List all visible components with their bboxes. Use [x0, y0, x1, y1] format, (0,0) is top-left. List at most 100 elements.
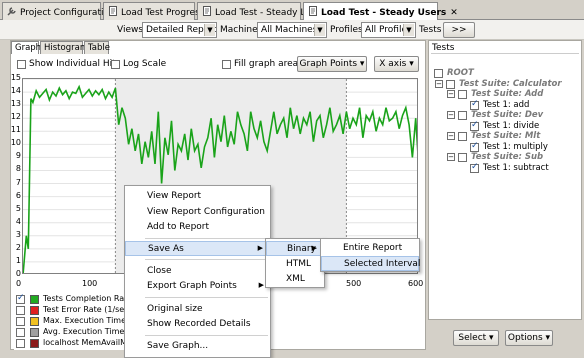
tree-collapse-icon[interactable]: − [447, 90, 455, 98]
fill-graph-areas-label: Fill graph areas [234, 59, 303, 69]
menu-separator [145, 335, 268, 336]
menu-item-show-recorded-details[interactable]: Show Recorded Details [125, 317, 270, 332]
tab-label: Project Configuration [20, 8, 115, 18]
tree-checkbox[interactable] [458, 90, 467, 99]
y-tick-label: 1 [15, 255, 21, 265]
context-menu: View Report View Report Configuration Ad… [124, 185, 271, 358]
y-tick-label: 6 [15, 190, 21, 200]
save-as-submenu: Binary ▶ HTML XML [265, 238, 325, 288]
export-graph-points-label: Export Graph Points [147, 281, 237, 291]
profiles-label: Profiles [330, 25, 363, 35]
menu-item-save-as[interactable]: Save As ▶ [125, 241, 270, 256]
tree-suite-node[interactable]: Test Suite: Dev [471, 110, 543, 120]
tree-checkbox[interactable] [446, 79, 455, 89]
tree-test-node[interactable]: Test 1: multiply [483, 142, 548, 152]
menu-item-original-size[interactable]: Original size [125, 302, 270, 317]
menu-item-binary[interactable]: Binary ▶ [266, 241, 324, 256]
tab-load-test-steady-users[interactable]: Load Test - Steady Users ✕ [303, 2, 458, 21]
tree-checkbox[interactable] [470, 162, 479, 173]
tab-table[interactable]: Table [84, 41, 110, 54]
graph-points-label: Graph Points [299, 59, 358, 69]
tree-collapse-icon[interactable]: − [447, 153, 455, 161]
legend-checkbox[interactable] [16, 339, 25, 348]
legend-checkbox[interactable] [16, 328, 25, 337]
menu-item-add-to-report[interactable]: Add to Report [125, 220, 270, 235]
tree-collapse-icon[interactable]: − [435, 79, 443, 88]
tree-suite-node[interactable]: ROOT [447, 68, 474, 78]
menu-item-xml[interactable]: XML [266, 272, 324, 287]
fill-graph-areas-checkbox[interactable] [222, 60, 231, 69]
tree-suite-node[interactable]: Test Suite: Calculator [459, 79, 562, 89]
legend-swatch [30, 295, 39, 304]
tree-checkbox[interactable] [434, 69, 443, 78]
menu-item-save-graph[interactable]: Save Graph... [125, 339, 270, 354]
options-button[interactable]: Options ▾ [505, 330, 553, 346]
tree-checkbox[interactable] [458, 111, 467, 120]
close-icon[interactable]: ✕ [450, 8, 458, 18]
tree-checkbox[interactable] [458, 132, 467, 141]
x-axis-button[interactable]: X axis ▾ [374, 56, 419, 72]
views-label: Views [117, 25, 144, 35]
tree-collapse-icon[interactable]: − [447, 132, 455, 140]
tree-suite-node[interactable]: Test Suite: Add [471, 89, 543, 99]
tree-suite-node[interactable]: Test Suite: Mlt [471, 131, 540, 141]
y-tick-label: 5 [15, 203, 21, 213]
views-select[interactable]: Detailed Report ▼ [142, 22, 217, 38]
profiles-select[interactable]: All Profiles ▼ [361, 22, 416, 38]
tests-expand-button[interactable]: >> [443, 22, 475, 38]
tree-checkbox[interactable] [458, 153, 467, 162]
y-tick-label: 10 [10, 138, 21, 148]
tab-label: Load Test - Steady Users [321, 8, 447, 18]
y-tick-label: 3 [15, 229, 21, 239]
chevron-down-icon: ▼ [204, 24, 215, 36]
tab-load-test-progress[interactable]: Load Test Progress [103, 2, 204, 20]
tree-checkbox[interactable] [470, 120, 479, 131]
chevron-right-icon: ▶ [311, 244, 317, 252]
chevron-down-icon: ▼ [314, 24, 325, 36]
save-as-label: Save As [148, 244, 184, 254]
graph-points-button[interactable]: Graph Points ▾ [297, 56, 367, 72]
y-tick-label: 12 [10, 112, 21, 122]
menu-item-view-report[interactable]: View Report [125, 189, 270, 204]
y-tick-label: 4 [15, 216, 21, 226]
wrench-icon [7, 6, 17, 16]
tree-collapse-icon[interactable]: − [447, 111, 455, 119]
menu-item-selected-interval[interactable]: Selected Interval [321, 256, 420, 271]
legend-label: localhost MemAvailMB [43, 338, 133, 347]
tree-checkbox[interactable] [470, 99, 479, 110]
tree-test-node[interactable]: Test 1: subtract [483, 163, 549, 173]
legend-checkbox[interactable] [16, 317, 25, 326]
tab-load-test-steady-load[interactable]: Load Test - Steady Load [197, 2, 322, 20]
chevron-down-icon: ▼ [403, 24, 414, 36]
menu-item-entire-report[interactable]: Entire Report [321, 241, 419, 256]
log-scale-checkbox[interactable] [111, 60, 120, 69]
menu-item-html[interactable]: HTML [266, 257, 324, 272]
legend-checkbox[interactable] [16, 306, 25, 315]
menu-separator [145, 297, 268, 298]
legend-checkbox[interactable] [16, 293, 25, 304]
tree-suite-node[interactable]: Test Suite: Sub [471, 152, 543, 162]
menu-item-close[interactable]: Close [125, 264, 270, 279]
select-button[interactable]: Select ▾ [453, 330, 499, 346]
tab-histogram[interactable]: Histogram [40, 41, 88, 54]
menu-separator [145, 259, 268, 260]
tree-test-node[interactable]: Test 1: divide [483, 121, 539, 131]
document-icon [202, 6, 212, 16]
menu-item-export-graph-points[interactable]: Export Graph Points ▶ [125, 279, 270, 294]
options-label: Options [507, 333, 543, 343]
x-tick-label: 100 [82, 279, 98, 288]
chevron-right-icon: ▶ [257, 244, 263, 252]
show-individual-hits-checkbox[interactable] [17, 60, 26, 69]
tree-checkbox[interactable] [470, 141, 479, 152]
x-tick-label: 600 [408, 279, 424, 288]
select-label: Select [458, 333, 487, 343]
document-icon [108, 6, 118, 16]
log-scale-label: Log Scale [123, 59, 167, 69]
machines-select[interactable]: All Machines ▼ [257, 22, 327, 38]
y-tick-label: 8 [15, 164, 21, 174]
legend-swatch [30, 328, 39, 337]
tab-project-configuration[interactable]: Project Configuration [2, 2, 115, 20]
menu-item-view-report-configuration[interactable]: View Report Configuration [125, 205, 270, 220]
tree-test-node[interactable]: Test 1: add [483, 100, 529, 110]
tab-graph[interactable]: Graph [11, 41, 41, 54]
